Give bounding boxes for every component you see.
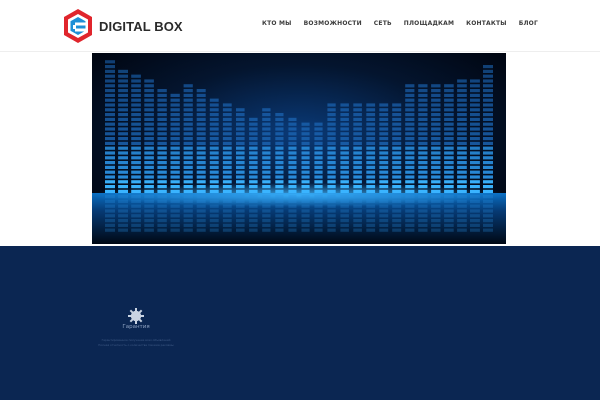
site-header: DIGITAL BOX КТО МЫ ВОЗМОЖНОСТИ СЕТЬ ПЛОЩ… (0, 0, 600, 52)
feature-title: Гарантия (122, 324, 150, 330)
main-nav: КТО МЫ ВОЗМОЖНОСТИ СЕТЬ ПЛОЩАДКАМ КОНТАК… (250, 20, 538, 27)
footer-section: Гарантия Гарантированное получение всех … (0, 246, 600, 400)
brand-name: DIGITAL BOX (99, 18, 183, 34)
nav-item-venues[interactable]: ПЛОЩАДКАМ (404, 20, 454, 27)
nav-item-features[interactable]: ВОЗМОЖНОСТИ (304, 20, 362, 27)
nav-item-blog[interactable]: БЛОГ (519, 20, 538, 27)
nav-item-network[interactable]: СЕТЬ (374, 20, 392, 27)
logo-icon (64, 9, 92, 43)
feature-desc-line: Полная отчетность о количестве показов р… (98, 342, 174, 347)
hero-banner (92, 53, 506, 244)
site-logo[interactable]: DIGITAL BOX (62, 8, 183, 44)
nav-item-about[interactable]: КТО МЫ (262, 20, 292, 27)
nav-item-contacts[interactable]: КОНТАКТЫ (466, 20, 507, 27)
gear-badge-icon (128, 308, 144, 324)
feature-description: Гарантированное получение всех объявлени… (86, 338, 186, 347)
equalizer-image (92, 53, 506, 244)
